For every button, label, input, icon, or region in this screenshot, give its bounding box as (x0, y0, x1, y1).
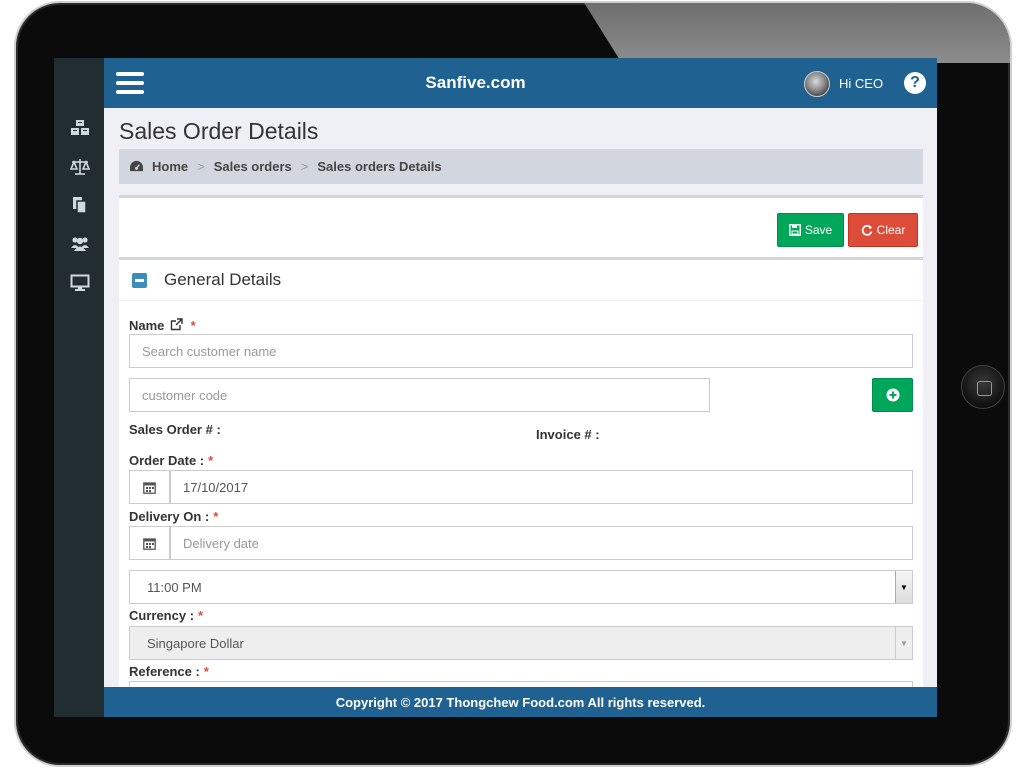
order-date-label: Order Date : (129, 453, 205, 468)
customer-name-input[interactable]: Search customer name (129, 334, 913, 368)
invoice-label: Invoice # : (536, 427, 600, 442)
user-avatar[interactable] (804, 71, 830, 97)
currency-label: Currency : (129, 608, 195, 623)
delivery-time-select[interactable]: 11:00 PM ▼ (129, 570, 913, 604)
breadcrumb-separator: > (300, 159, 309, 174)
reference-label-row: Reference : * (129, 664, 209, 679)
delivery-date-input[interactable]: Delivery date (170, 526, 913, 560)
external-link-icon[interactable] (170, 318, 183, 331)
collapse-minus-icon[interactable] (132, 273, 147, 288)
calendar-icon (143, 537, 156, 550)
chevron-down-icon[interactable]: ▼ (895, 571, 912, 603)
calendar-icon (143, 481, 156, 494)
required-mark: * (208, 453, 214, 468)
balance-scale-icon[interactable] (69, 157, 91, 177)
refresh-icon (861, 224, 873, 236)
sales-order-label: Sales Order # : (129, 422, 221, 437)
breadcrumb-sales-orders-link[interactable]: Sales orders (214, 159, 292, 174)
top-navbar: Sanfive.com Hi CEO ? (104, 58, 937, 108)
add-customer-button[interactable] (872, 378, 913, 412)
delivery-date-calendar-addon[interactable] (129, 526, 170, 560)
order-date-calendar-addon[interactable] (129, 470, 170, 504)
required-mark: * (203, 664, 209, 679)
user-greeting[interactable]: Hi CEO (839, 76, 883, 91)
desktop-icon[interactable] (69, 273, 91, 293)
required-mark: * (190, 318, 196, 333)
help-icon[interactable]: ? (904, 72, 926, 94)
main-content: Sales Order Details Home > Sales orders … (104, 108, 937, 687)
breadcrumb-current: Sales orders Details (317, 159, 442, 174)
required-mark: * (213, 509, 219, 524)
sidebar (54, 58, 104, 717)
brand-title: Sanfive.com (425, 73, 526, 92)
breadcrumb: Home > Sales orders > Sales orders Detai… (119, 149, 923, 184)
save-label: Save (804, 223, 833, 237)
delivery-date-placeholder: Delivery date (183, 535, 259, 551)
cubes-icon[interactable] (69, 118, 91, 138)
chevron-down-icon: ▼ (895, 627, 912, 659)
delivery-time-value: 11:00 PM (147, 579, 202, 595)
order-date-label-row: Order Date : * (129, 453, 213, 468)
save-icon (788, 224, 801, 236)
breadcrumb-separator: > (197, 159, 205, 174)
name-label: Name (129, 318, 165, 333)
delivery-on-label: Delivery On : (129, 509, 210, 524)
screen-glare (578, 3, 1010, 63)
order-date-input[interactable]: 17/10/2017 (170, 470, 913, 504)
customer-code-input[interactable]: customer code (129, 378, 710, 412)
currency-value: Singapore Dollar (147, 635, 244, 651)
clear-button[interactable]: Clear (848, 213, 918, 247)
section-title: General Details (164, 270, 282, 289)
clear-label: Clear (876, 223, 906, 237)
currency-select[interactable]: Singapore Dollar ▼ (129, 626, 913, 660)
copy-icon[interactable] (69, 195, 91, 215)
customer-code-placeholder: customer code (142, 387, 228, 403)
app-screen: Sanfive.com Hi CEO ? Sales Order Details… (54, 58, 937, 717)
delivery-on-label-row: Delivery On : * (129, 509, 218, 524)
save-button[interactable]: Save (777, 213, 844, 247)
tablet-home-button[interactable] (961, 365, 1005, 409)
name-label-row: Name * (129, 318, 196, 333)
order-panel: Save Clear General Details Name * Search… (119, 195, 923, 687)
page-title: Sales Order Details (119, 118, 319, 144)
footer: Copyright © 2017 Thongchew Food.com All … (104, 687, 937, 717)
currency-label-row: Currency : * (129, 608, 203, 623)
reference-label: Reference : (129, 664, 200, 679)
users-icon[interactable] (69, 234, 91, 254)
general-details-header: General Details (119, 257, 923, 301)
customer-name-placeholder: Search customer name (142, 343, 277, 359)
required-mark: * (198, 608, 204, 623)
plus-circle-icon (886, 388, 899, 402)
order-date-value: 17/10/2017 (183, 479, 249, 495)
dashboard-icon (130, 160, 143, 172)
breadcrumb-home-link[interactable]: Home (152, 159, 188, 174)
